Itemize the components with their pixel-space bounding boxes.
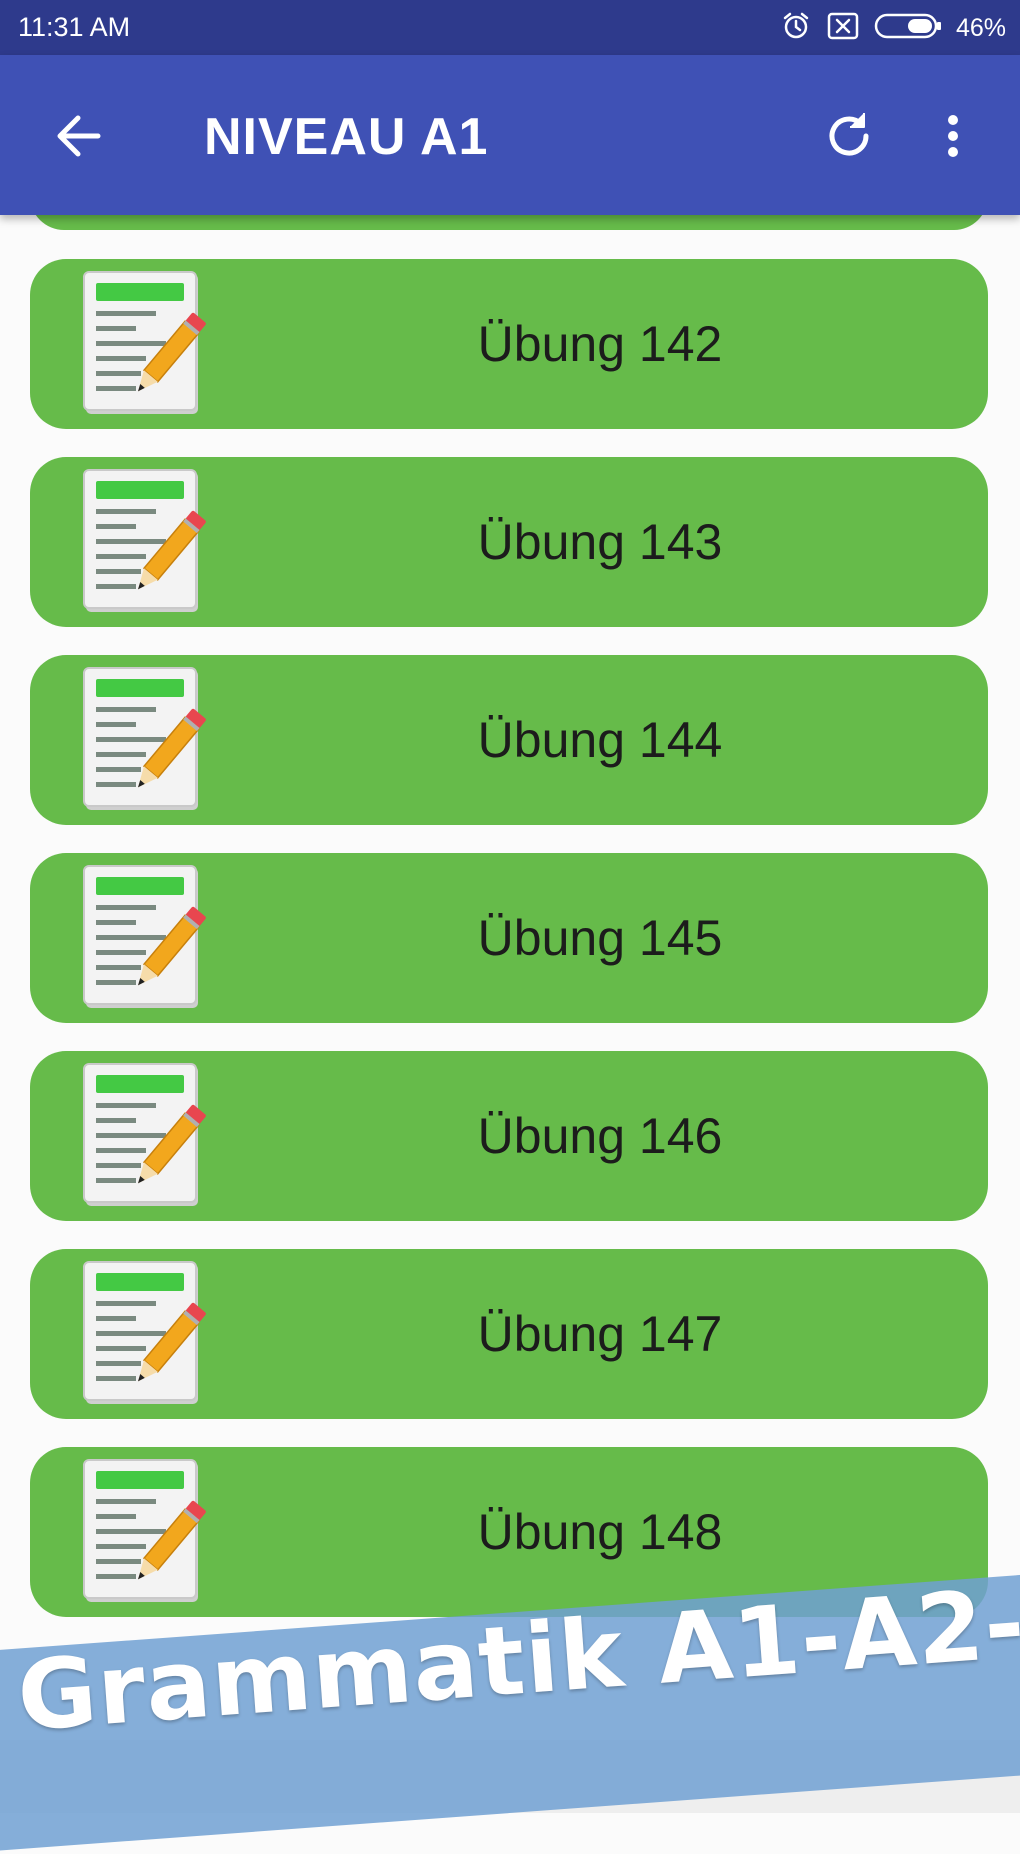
worksheet-pencil-icon [74,271,230,417]
worksheet-pencil-icon [74,1459,230,1605]
back-arrow-icon [57,115,101,157]
exercise-label: Übung 143 [477,514,723,570]
exercise-item-2[interactable]: Übung 143 [30,457,988,627]
worksheet-pencil-icon [74,469,230,615]
exercise-list: Übung 142 Übung 143 Übung 144 Übung 145 … [0,0,1020,1813]
refresh-icon [829,113,869,156]
exercise-label: Übung 145 [477,910,723,966]
exercise-label: Übung 142 [477,316,723,372]
back-button[interactable] [50,107,108,165]
exercise-item-3[interactable]: Übung 144 [30,655,988,825]
worksheet-pencil-icon [74,865,230,1011]
app-bar: NIVEAU A1 [0,55,1020,215]
exercise-item-4[interactable]: Übung 145 [30,853,988,1023]
exercise-item-5[interactable]: Übung 146 [30,1051,988,1221]
worksheet-pencil-icon [74,1261,230,1407]
worksheet-pencil-icon [74,667,230,813]
worksheet-pencil-icon [74,1063,230,1209]
more-vert-icon [948,115,958,157]
exercise-item-6[interactable]: Übung 147 [30,1249,988,1419]
exercise-item-1[interactable]: Übung 142 [30,259,988,429]
exercise-label: Übung 144 [477,712,723,768]
exercise-label: Übung 147 [477,1306,723,1362]
more-options-button[interactable] [928,107,978,165]
page-title: NIVEAU A1 [204,108,489,166]
refresh-button[interactable] [820,107,878,165]
exercise-label: Übung 146 [477,1108,723,1164]
